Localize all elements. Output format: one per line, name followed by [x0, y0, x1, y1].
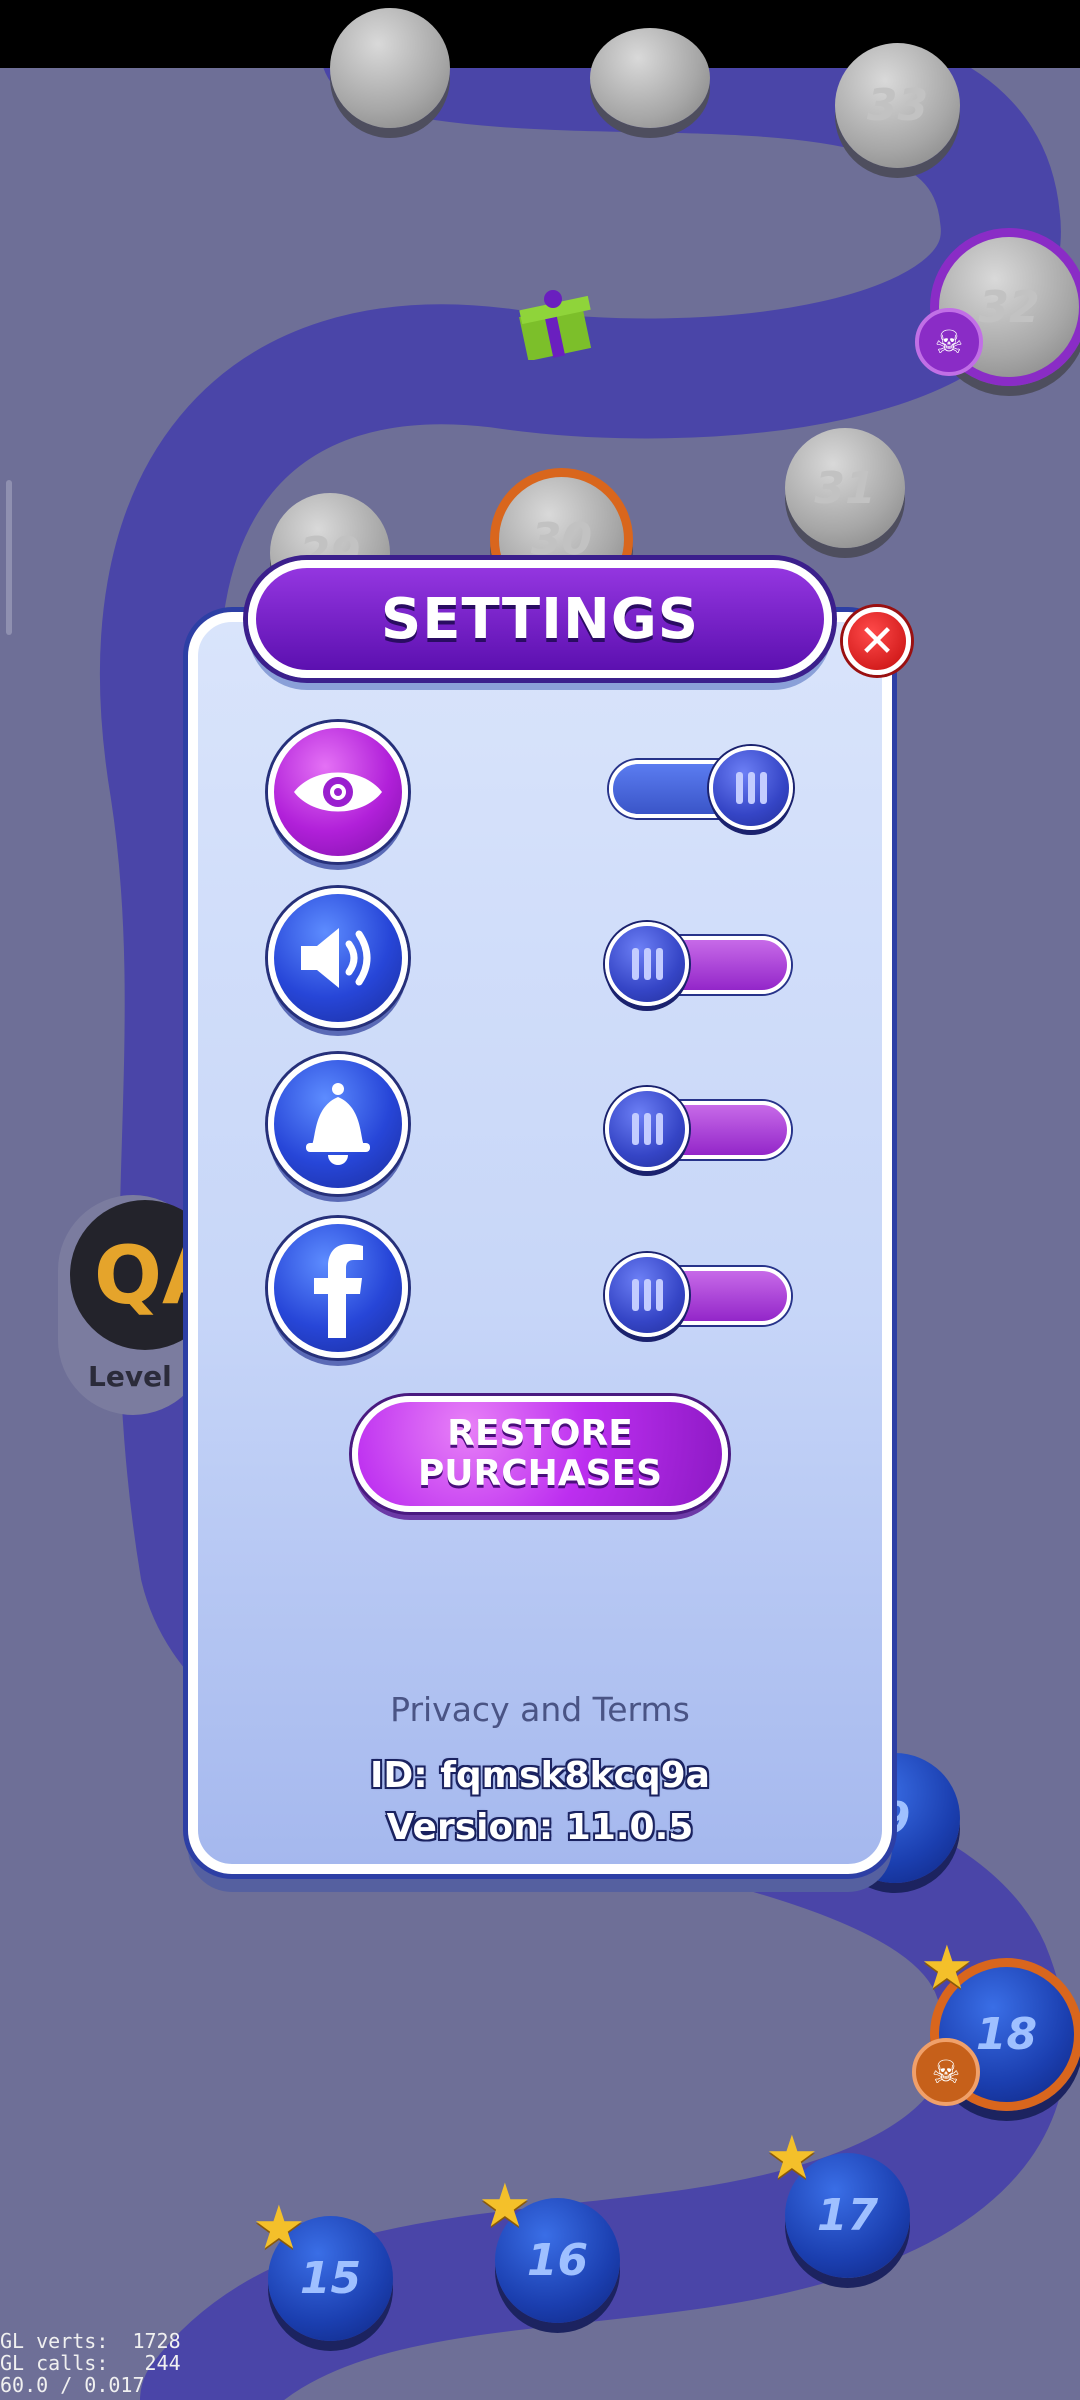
level-node-partial[interactable]: [330, 8, 450, 128]
restore-purchases-button[interactable]: RESTORE PURCHASES: [352, 1396, 728, 1512]
sound-toggle[interactable]: [605, 918, 795, 1006]
eye-toggle[interactable]: [605, 742, 795, 830]
star-icon: ★: [765, 2123, 819, 2193]
close-icon: ✕: [858, 615, 896, 667]
level-node-31[interactable]: 31: [785, 428, 905, 548]
level-node-33[interactable]: 33: [835, 43, 960, 168]
skull-icon: ☠: [915, 308, 983, 376]
restore-purchases-label: RESTORE PURCHASES: [417, 1413, 663, 1494]
level-node-partial[interactable]: [590, 28, 710, 128]
star-icon: ★: [252, 2193, 306, 2263]
sound-button[interactable]: [268, 888, 408, 1028]
dialog-title: SETTINGS: [380, 586, 700, 652]
privacy-terms-link[interactable]: Privacy and Terms: [188, 1690, 892, 1729]
star-icon: ★: [478, 2171, 532, 2241]
notifications-toggle[interactable]: [605, 1083, 795, 1171]
bell-icon: [306, 1083, 370, 1165]
toggle-knob[interactable]: [605, 922, 689, 1006]
facebook-toggle[interactable]: [605, 1249, 795, 1337]
facebook-icon: [314, 1244, 363, 1338]
gift-icon[interactable]: [515, 285, 595, 360]
side-handle: [6, 480, 12, 635]
toggle-knob[interactable]: [709, 746, 793, 830]
star-icon: ★: [920, 1933, 974, 2003]
debug-overlay: GL verts: 1728 GL calls: 244 60.0 / 0.017: [0, 2329, 181, 2397]
toggle-knob[interactable]: [605, 1253, 689, 1337]
player-id: ID: fqmsk8kcq9a: [370, 1755, 710, 1796]
avatar-level-label: Level 2: [88, 1360, 201, 1393]
eye-button[interactable]: [268, 722, 408, 862]
close-button[interactable]: ✕: [843, 607, 911, 675]
notifications-button[interactable]: [268, 1054, 408, 1194]
settings-title-bar: SETTINGS: [248, 560, 832, 678]
facebook-button[interactable]: [268, 1218, 408, 1358]
skull-icon: ☠: [912, 2038, 980, 2106]
speaker-icon: [301, 928, 371, 988]
toggle-knob[interactable]: [605, 1087, 689, 1171]
eye-icon: [294, 772, 382, 812]
app-version: Version: 11.0.5: [386, 1807, 694, 1848]
